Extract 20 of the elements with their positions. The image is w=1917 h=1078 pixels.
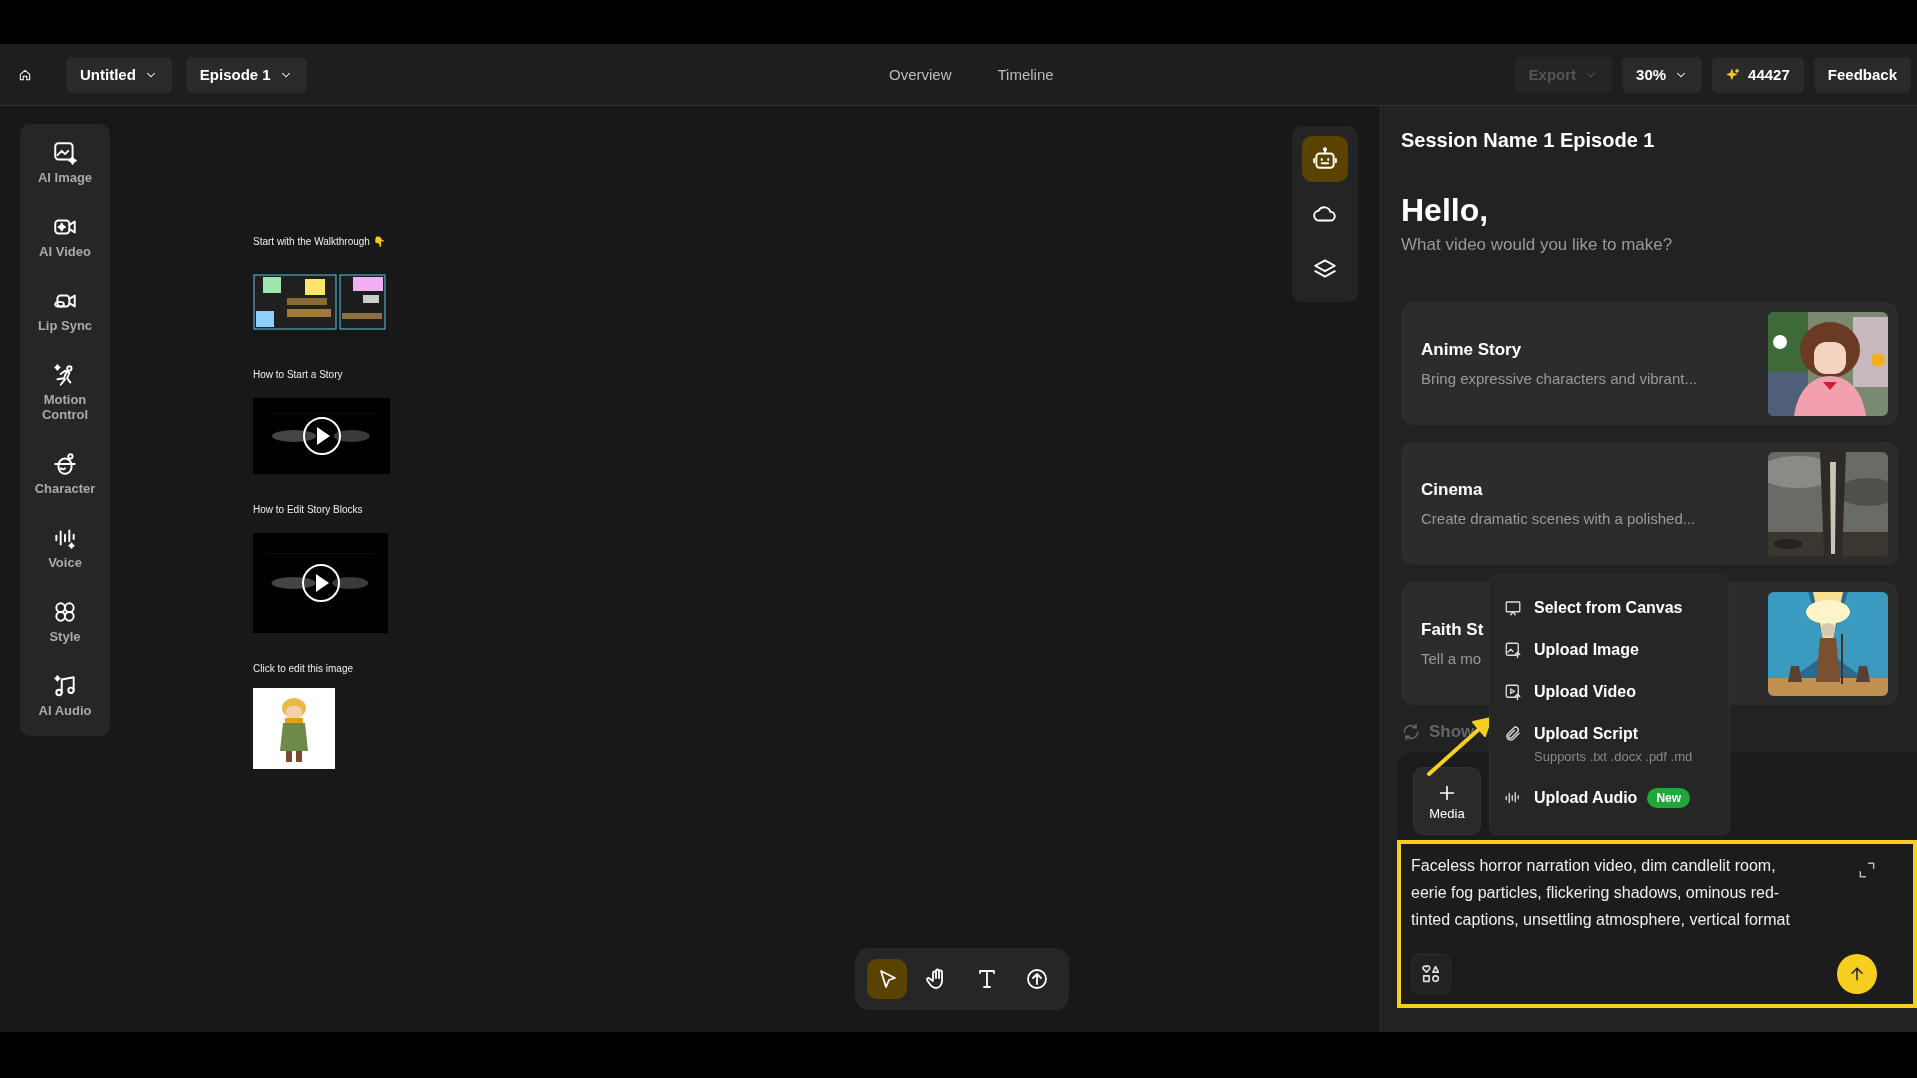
menu-item-hint: Supports .txt .docx .pdf .md <box>1534 749 1694 764</box>
menu-item-label: Select from Canvas <box>1534 599 1684 617</box>
greeting-subtitle: What video would you like to make? <box>1401 234 1674 256</box>
card-description: Tell a mo <box>1421 650 1482 667</box>
canvas-caption: How to Start a Story <box>253 369 344 380</box>
menu-item-label: Upload Image <box>1534 641 1640 659</box>
menu-item-label: Upload Video <box>1534 683 1637 701</box>
card-title: Anime Story <box>1421 340 1522 360</box>
canvas-caption: Click to edit this image <box>253 663 355 674</box>
greeting-heading: Hello, <box>1401 191 1490 230</box>
card-title: Faith St <box>1421 620 1484 640</box>
canvas-caption: How to Edit Story Blocks <box>253 504 364 515</box>
new-badge: New <box>1647 788 1691 808</box>
session-title: Session Name 1 Episode 1 <box>1401 128 1656 153</box>
card-title: Cinema <box>1421 480 1483 500</box>
menu-item-label: Upload Script <box>1534 725 1639 743</box>
card-description: Bring expressive characters and vibrant... <box>1421 370 1697 387</box>
canvas-caption: Start with the Walkthrough 👇 <box>253 236 386 247</box>
menu-item-label: Upload Audio <box>1534 789 1638 807</box>
card-description: Create dramatic scenes with a polished... <box>1421 510 1696 527</box>
